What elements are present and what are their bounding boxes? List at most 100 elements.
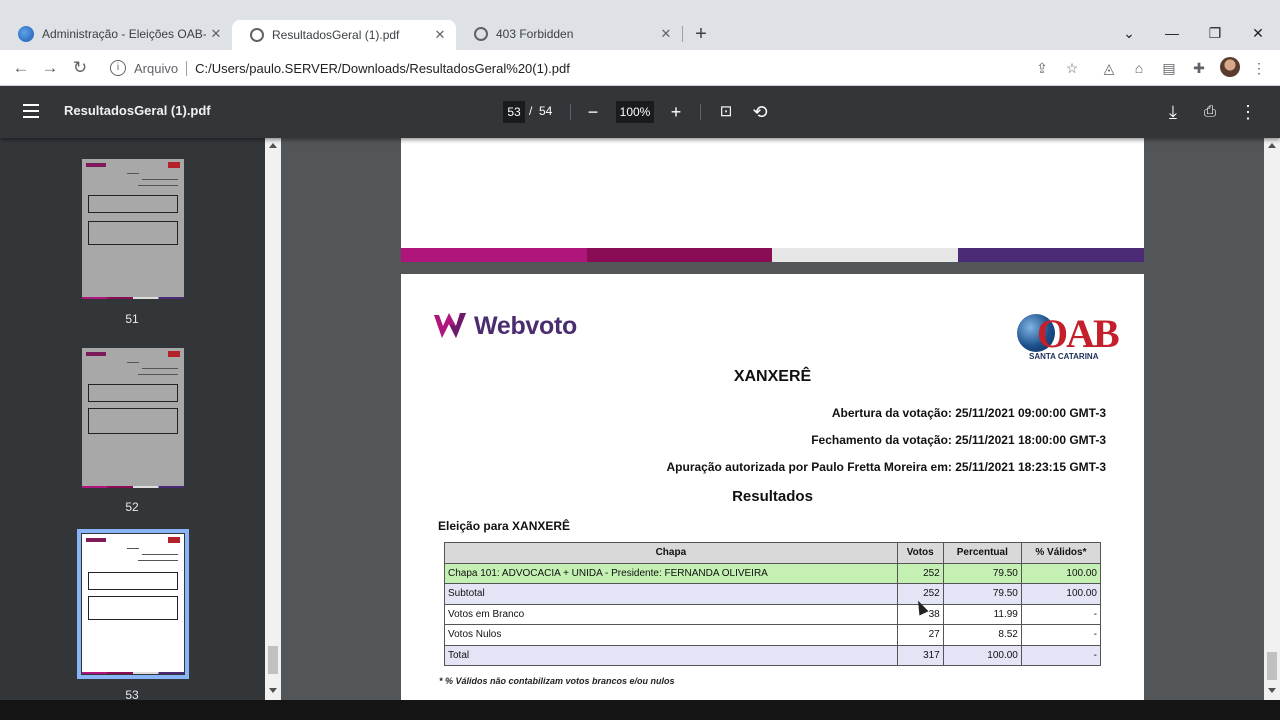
tab-label: ResultadosGeral (1).pdf (272, 28, 400, 42)
sidebar-scrollbar[interactable] (265, 138, 281, 700)
fit-page-icon[interactable]: ⊡ (714, 100, 738, 124)
close-tab-icon[interactable]: ✕ (206, 26, 226, 42)
viewer-scrollbar[interactable] (1264, 138, 1280, 700)
opening-time: Abertura da votação: 25/11/2021 09:00:00… (831, 406, 1106, 420)
address-bar[interactable]: i Arquivo C:/Users/paulo.SERVER/Download… (102, 54, 1092, 82)
zoom-out-button[interactable]: − (581, 100, 605, 124)
chrome-menu-icon[interactable]: ⋮ (1250, 59, 1268, 77)
sidebar-menu-icon[interactable] (23, 104, 39, 118)
tab-forbidden[interactable]: 403 Forbidden ✕ (456, 18, 682, 50)
pdf-extension-icon[interactable]: ▤ (1160, 59, 1178, 77)
tab-admin[interactable]: Administração - Eleições OAB-SC ✕ (0, 18, 232, 50)
globe-icon (474, 27, 488, 41)
toolbar-divider (700, 104, 701, 120)
thumb-line (142, 179, 178, 180)
bookmark-star-icon[interactable]: ☆ (1063, 59, 1081, 77)
download-icon[interactable]: ⤓ (1161, 100, 1185, 124)
thumb-logo (86, 352, 106, 356)
thumbnail-page-52[interactable] (82, 348, 184, 488)
close-tab-icon[interactable]: ✕ (430, 27, 450, 43)
cell-chapa: Chapa 101: ADVOCACIA + UNIDA - President… (444, 562, 898, 584)
results-table: Chapa Votos Percentual % Válidos* Chapa … (444, 542, 1102, 666)
scroll-down-arrow-icon[interactable] (269, 688, 277, 693)
forward-button[interactable]: → (38, 56, 62, 80)
header-percentual: Percentual (942, 542, 1022, 564)
browser-toolbar: ← → ↻ i Arquivo C:/Users/paulo.SERVER/Do… (0, 50, 1280, 86)
cell-validos: 100.00 (1020, 562, 1102, 584)
zoom-in-button[interactable]: + (664, 100, 688, 124)
minimize-button[interactable]: — (1157, 22, 1187, 44)
thumb-logo (86, 163, 106, 167)
thumbnail-page-number: 51 (125, 312, 139, 326)
share-icon[interactable]: ⇪ (1033, 59, 1051, 77)
cell-percentual: 100.00 (942, 644, 1022, 666)
info-icon[interactable]: i (110, 60, 126, 76)
toolbar-divider (570, 104, 571, 120)
thumb-logo (86, 538, 106, 542)
thumb-line (138, 374, 178, 375)
cell-validos: - (1020, 624, 1102, 646)
viewer-scroll-thumb[interactable] (1267, 652, 1277, 680)
tab-label: Administração - Eleições OAB-SC (42, 27, 206, 41)
thumb-line (138, 560, 178, 561)
extensions-puzzle-icon[interactable]: ✚ (1190, 59, 1208, 77)
more-actions-icon[interactable]: ⋮ (1236, 100, 1260, 124)
cell-chapa: Total (444, 644, 898, 666)
thumbnail-page-53[interactable] (77, 529, 189, 679)
thumb-table (88, 408, 178, 434)
scroll-up-arrow-icon[interactable] (1268, 143, 1276, 148)
restore-button[interactable]: ❐ (1200, 22, 1230, 44)
thumb-line (127, 173, 139, 174)
table-row: Total 317 100.00 - (444, 644, 1102, 666)
thumb-bar (82, 672, 184, 674)
zoom-input[interactable]: 100% (616, 101, 654, 123)
cell-chapa: Votos em Branco (444, 603, 898, 625)
cell-percentual: 79.50 (942, 562, 1022, 584)
table-footnote: * % Válidos não contabilizam votos branc… (439, 676, 675, 686)
print-icon[interactable]: ⎙ (1198, 100, 1222, 124)
cell-votos: 317 (896, 644, 944, 666)
page-number-input[interactable]: 53 (503, 101, 525, 123)
cell-votos: 252 (896, 562, 944, 584)
thumbnail-page-51[interactable] (82, 159, 184, 299)
close-tab-icon[interactable]: ✕ (656, 26, 676, 42)
thumb-oab-logo (168, 351, 180, 357)
cell-validos: 100.00 (1020, 583, 1102, 605)
closing-time: Fechamento da votação: 25/11/2021 18:00:… (811, 433, 1106, 447)
thumbnail-sidebar: 51 52 53 (0, 138, 265, 702)
thumbnail-page-number: 52 (125, 500, 139, 514)
results-heading: Resultados (732, 488, 813, 505)
table-row: Votos Nulos 27 8.52 - (444, 624, 1102, 646)
tab-pdf[interactable]: ResultadosGeral (1).pdf ✕ (232, 20, 456, 50)
thumb-line (142, 368, 178, 369)
back-button[interactable]: ← (9, 56, 33, 80)
rotate-icon[interactable]: ⟲ (748, 100, 772, 124)
thumb-line (138, 185, 178, 186)
extension-a-icon[interactable]: ◬ (1100, 59, 1118, 77)
oab-logo: OAB SANTA CATARINA (1017, 311, 1120, 364)
header-chapa: Chapa (444, 542, 898, 564)
scroll-up-arrow-icon[interactable] (269, 143, 277, 148)
header-votos: Votos (896, 542, 944, 564)
oab-subtitle: SANTA CATARINA (1029, 352, 1099, 361)
scroll-down-arrow-icon[interactable] (1268, 688, 1276, 693)
site-globe-icon (18, 26, 34, 42)
address-scheme: Arquivo (134, 60, 188, 76)
tab-separator (682, 26, 683, 42)
tab-search-chevron-icon[interactable]: ⌄ (1114, 22, 1144, 44)
webvoto-logo-icon (434, 313, 466, 338)
pdf-filename: ResultadosGeral (1).pdf (64, 103, 211, 118)
sidebar-scroll-thumb[interactable] (268, 646, 278, 674)
new-tab-button[interactable]: + (690, 22, 712, 46)
profile-avatar[interactable] (1220, 57, 1240, 77)
election-label: Eleição para XANXERÊ (438, 519, 571, 533)
close-window-button[interactable]: ✕ (1243, 22, 1273, 44)
extension-b-icon[interactable]: ⌂ (1130, 59, 1148, 77)
address-url[interactable]: C:/Users/paulo.SERVER/Downloads/Resultad… (195, 61, 570, 76)
reload-button[interactable]: ↻ (68, 56, 92, 80)
pdf-viewer[interactable]: Webvoto OAB SANTA CATARINA XANXERÊ Abert… (281, 138, 1264, 700)
thumb-oab-logo (168, 162, 180, 168)
thumb-bar (82, 486, 184, 488)
pdf-page-52 (401, 138, 1144, 262)
pdf-toolbar: ResultadosGeral (1).pdf 53 / 54 − 100% +… (0, 86, 1280, 138)
